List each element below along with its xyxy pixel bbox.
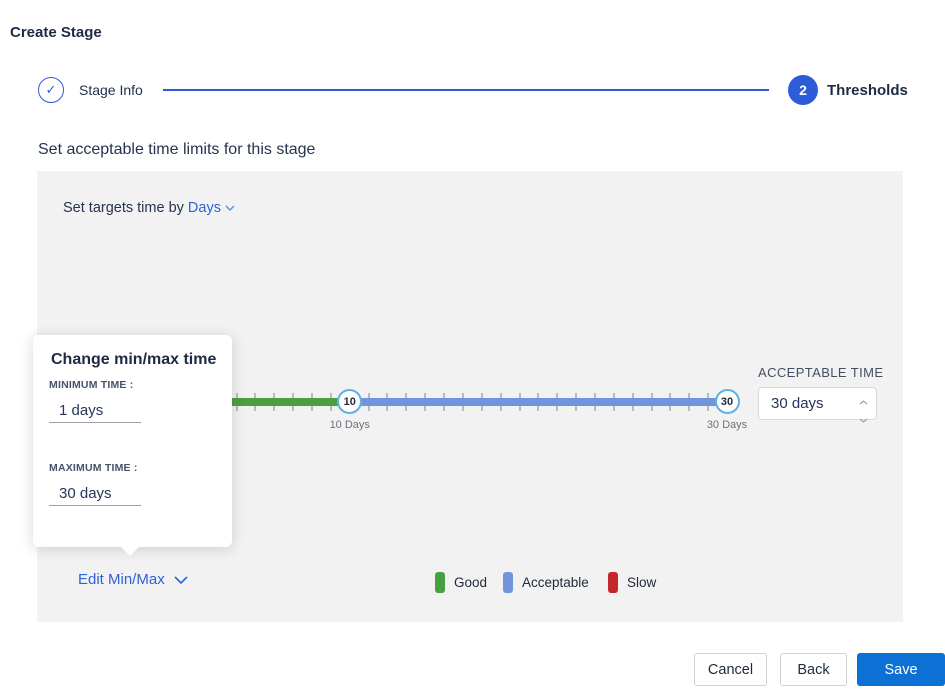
- legend-acceptable-label: Acceptable: [522, 575, 589, 590]
- slow-swatch: [608, 572, 618, 593]
- legend-item-slow: Slow: [608, 572, 656, 593]
- legend-item-good: Good: [435, 572, 487, 593]
- stepper-down-icon[interactable]: [859, 410, 868, 428]
- step-number: 2: [799, 82, 807, 98]
- slider-label-high: 30 Days: [692, 419, 762, 431]
- popup-title: Change min/max time: [51, 351, 216, 369]
- section-heading: Set acceptable time limits for this stag…: [38, 141, 315, 159]
- stepper-up-icon[interactable]: [859, 392, 868, 410]
- edit-minmax-link[interactable]: Edit Min/Max: [78, 571, 188, 588]
- acceptable-swatch: [503, 572, 513, 593]
- stepper-connector-line: [163, 89, 769, 91]
- slider-segment-acceptable: [350, 398, 727, 406]
- edit-minmax-label: Edit Min/Max: [78, 571, 165, 588]
- step-thresholds-indicator[interactable]: 2: [788, 75, 818, 105]
- back-button[interactable]: Back: [780, 653, 847, 686]
- page-title: Create Stage: [10, 24, 102, 41]
- chevron-down-icon: [174, 571, 188, 588]
- slider-label-low: 10 Days: [315, 419, 385, 431]
- acceptable-time-label: ACCEPTABLE TIME: [758, 365, 883, 380]
- acceptable-time-steppers: [857, 392, 869, 416]
- acceptable-time-input[interactable]: [771, 388, 851, 419]
- cancel-button[interactable]: Cancel: [694, 653, 767, 686]
- slider-handle-low[interactable]: 10: [337, 389, 362, 414]
- maximum-time-input[interactable]: [49, 482, 141, 506]
- step-thresholds-label: Thresholds: [827, 82, 908, 99]
- save-button[interactable]: Save: [857, 653, 945, 686]
- step-stage-info-indicator[interactable]: ✓: [38, 77, 64, 103]
- step-stage-info-label: Stage Info: [79, 82, 143, 98]
- change-minmax-popup: Change min/max time MINIMUM TIME : MAXIM…: [33, 335, 232, 547]
- create-stage-dialog: Create Stage ✓ Stage Info 2 Thresholds S…: [0, 0, 945, 697]
- legend-item-acceptable: Acceptable: [503, 572, 589, 593]
- acceptable-time-field: [758, 387, 877, 420]
- maximum-time-label: MAXIMUM TIME :: [49, 462, 138, 474]
- good-swatch: [435, 572, 445, 593]
- legend-slow-label: Slow: [627, 575, 656, 590]
- slider-handle-high[interactable]: 30: [715, 389, 740, 414]
- check-icon: ✓: [46, 82, 57, 98]
- legend-good-label: Good: [454, 575, 487, 590]
- minimum-time-input[interactable]: [49, 399, 141, 423]
- minimum-time-label: MINIMUM TIME :: [49, 379, 133, 391]
